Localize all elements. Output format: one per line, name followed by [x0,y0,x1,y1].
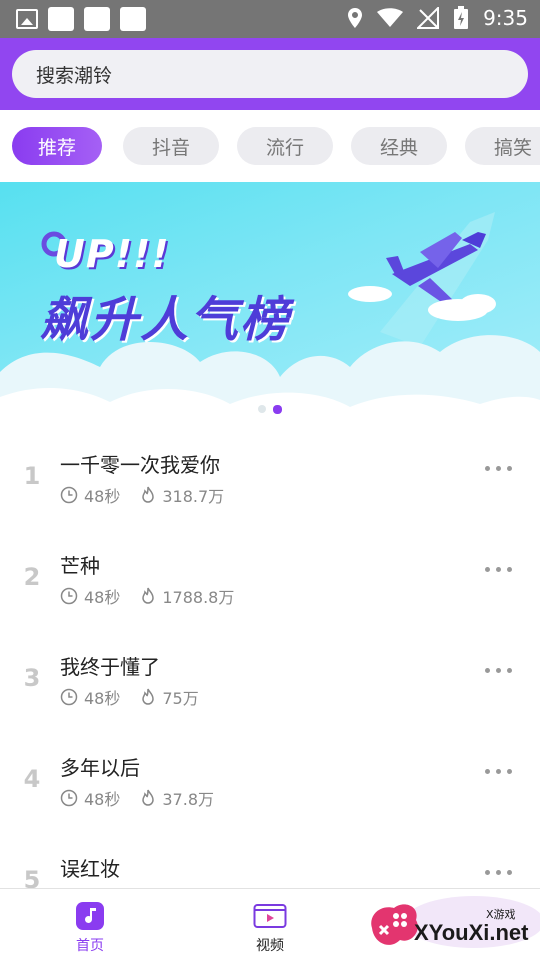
system-icons: 9:35 [347,6,528,30]
song-item[interactable]: 2 芒种 48秒 1788.8万 [0,523,540,624]
tab-funny[interactable]: 搞笑 [465,127,540,165]
song-item[interactable]: 5 误红妆 [0,826,540,888]
app-header: 搜索潮铃 [0,38,540,110]
location-icon [348,8,363,28]
category-tabs: 推荐 抖音 流行 经典 搞笑 [0,110,540,182]
clock-icon [60,688,78,706]
fire-icon [142,688,155,705]
song-plays: 318.7万 [162,487,225,506]
song-title: 芒种 [60,554,100,578]
carousel-dot [258,405,266,413]
clock: 9:35 [483,6,528,30]
song-plays: 37.8万 [162,790,215,809]
song-rank: 1 [23,462,41,490]
nav-video-label: 视频 [256,938,284,954]
notification-icon [120,7,146,31]
song-item[interactable]: 4 多年以后 48秒 37.8万 [0,725,540,826]
clock-icon [60,486,78,504]
banner-carousel[interactable]: UP!!! 飙升人气榜 [0,182,540,422]
more-icon[interactable] [485,870,512,875]
wifi-icon [377,8,404,27]
song-meta: 48秒 37.8万 [60,786,214,810]
nav-video[interactable]: 视频 [230,901,310,955]
song-item[interactable]: 3 我终于懂了 48秒 75万 [0,624,540,725]
song-rank: 2 [23,563,41,591]
notification-icon [84,7,110,31]
tab-recommend[interactable]: 推荐 [12,127,102,165]
nav-home[interactable]: 首页 [50,901,130,955]
banner-up-text: UP!!! [54,232,170,276]
song-item[interactable]: 1 一千零一次我爱你 48秒 318.7万 [0,422,540,523]
song-list: 1 一千零一次我爱你 48秒 318.7万 2 芒种 48秒 1788.8万 3… [0,422,540,888]
song-title: 我终于懂了 [60,655,160,679]
song-rank: 4 [23,765,41,793]
notification-icon [48,7,74,31]
watermark-text: XYouXi.net [414,920,529,945]
song-rank: 3 [23,664,41,692]
more-icon[interactable] [485,769,512,774]
search-input[interactable]: 搜索潮铃 [12,50,528,98]
banner-title: 飙升人气榜 [40,292,291,348]
video-icon [253,904,287,928]
song-title: 误红妆 [60,857,120,881]
fire-icon [142,486,155,503]
song-meta: 48秒 75万 [60,685,199,709]
music-note-icon [76,902,104,930]
more-icon[interactable] [485,668,512,673]
tab-douyin[interactable]: 抖音 [123,127,219,165]
no-signal-icon [417,7,440,29]
more-icon[interactable] [485,466,512,471]
song-meta: 48秒 1788.8万 [60,584,234,608]
song-plays: 75万 [162,689,199,708]
tab-popular[interactable]: 流行 [237,127,333,165]
tab-classic[interactable]: 经典 [351,127,447,165]
clock-icon [60,789,78,807]
song-duration: 48秒 [84,487,121,506]
fire-icon [142,789,155,806]
carousel-indicator [0,405,540,414]
site-watermark: X游戏 XYouXi.net [364,892,540,960]
song-rank: 5 [23,866,41,888]
carousel-dot-active [273,405,282,414]
song-duration: 48秒 [84,790,121,809]
clock-icon [60,587,78,605]
song-title: 多年以后 [60,756,140,780]
fire-icon [142,587,155,604]
search-placeholder: 搜索潮铃 [36,64,113,87]
image-notification-icon [16,9,38,29]
more-icon[interactable] [485,567,512,572]
song-duration: 48秒 [84,689,121,708]
battery-charging-icon [454,6,469,29]
status-bar: 9:35 [0,0,540,38]
song-meta: 48秒 318.7万 [60,483,224,507]
song-title: 一千零一次我爱你 [60,453,220,477]
nav-home-label: 首页 [76,938,104,954]
song-plays: 1788.8万 [162,588,235,607]
song-duration: 48秒 [84,588,121,607]
notification-icons [16,7,146,31]
